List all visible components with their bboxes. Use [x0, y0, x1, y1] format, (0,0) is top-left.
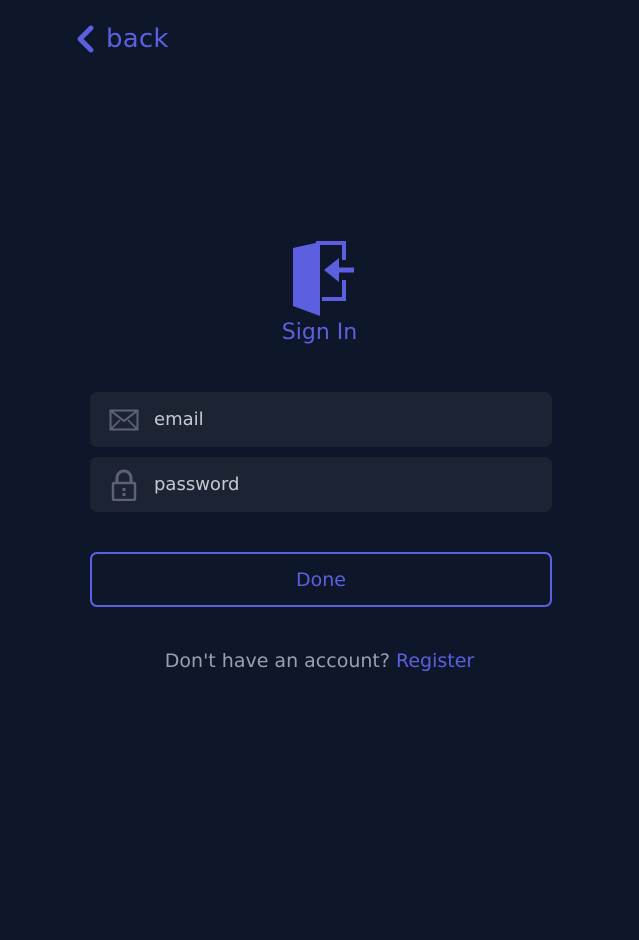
sign-in-screen: back Sign In email Done Don't have an ac…	[0, 0, 639, 940]
register-prompt: Don't have an account? Register	[0, 650, 639, 672]
password-field[interactable]	[90, 457, 552, 512]
register-prompt-text: Don't have an account?	[164, 650, 390, 672]
sign-in-door-icon	[292, 240, 356, 318]
chevron-left-icon	[74, 24, 96, 54]
email-input[interactable]	[154, 392, 552, 447]
envelope-icon	[94, 409, 154, 431]
back-label: back	[106, 24, 169, 54]
back-button[interactable]: back	[74, 24, 169, 54]
lock-icon	[94, 469, 154, 501]
page-title: Sign In	[281, 320, 358, 345]
register-link[interactable]: Register	[396, 650, 474, 672]
email-field[interactable]	[90, 392, 552, 447]
done-button[interactable]: Done	[90, 552, 552, 607]
password-input[interactable]	[154, 457, 552, 512]
